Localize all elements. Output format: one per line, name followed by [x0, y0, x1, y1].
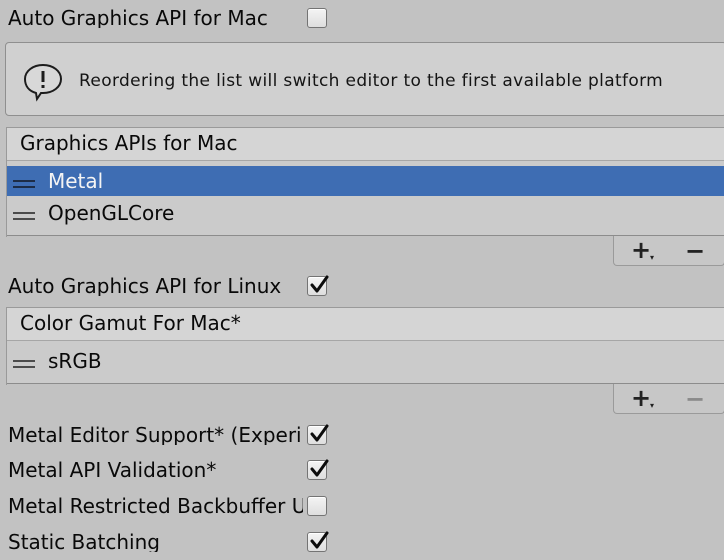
graphics-apis-mac-items: Metal OpenGLCore [7, 161, 724, 236]
color-gamut-mac-items: sRGB [7, 341, 724, 384]
list-item-srgb[interactable]: sRGB [7, 346, 724, 376]
metal-api-validation-label: Metal API Validation* [8, 460, 217, 480]
color-gamut-mac-header: Color Gamut For Mac* [7, 308, 724, 341]
metal-api-validation-field: Metal API Validation* [0, 454, 724, 488]
graphics-apis-mac-footer: + ▾ − [613, 236, 724, 266]
metal-restricted-backbuffer-checkbox[interactable] [307, 496, 327, 516]
static-batching-checkbox[interactable] [307, 531, 329, 552]
checkmark-icon [310, 531, 329, 549]
checkmark-icon [310, 459, 329, 477]
auto-graphics-mac-label: Auto Graphics API for Mac [8, 8, 268, 28]
add-button[interactable]: + [631, 238, 651, 262]
remove-button[interactable]: − [685, 239, 705, 263]
help-text: Reordering the list will switch editor t… [79, 71, 664, 91]
dropdown-arrow-icon: ▾ [650, 253, 655, 262]
help-box: Reordering the list will switch editor t… [5, 42, 724, 116]
add-button[interactable]: + [631, 386, 651, 410]
color-gamut-mac-header-label: Color Gamut For Mac* [20, 311, 241, 335]
auto-graphics-linux-field: Auto Graphics API for Linux [0, 268, 724, 304]
static-batching-field: Static Batching [0, 526, 724, 560]
graphics-apis-mac-header-label: Graphics APIs for Mac [20, 131, 238, 155]
checkmark-icon [310, 275, 329, 293]
metal-editor-support-field: Metal Editor Support* (Experimental) [0, 418, 724, 452]
auto-graphics-linux-label: Auto Graphics API for Linux [8, 276, 282, 296]
auto-graphics-mac-checkbox[interactable] [307, 8, 327, 28]
metal-api-validation-checkbox[interactable] [307, 459, 329, 480]
auto-graphics-linux-checkbox[interactable] [307, 275, 329, 296]
metal-restricted-backbuffer-field: Metal Restricted Backbuffer Use [0, 490, 724, 524]
info-icon [23, 62, 69, 107]
metal-editor-support-label: Metal Editor Support* (Experimental) [8, 425, 303, 445]
dropdown-arrow-icon: ▾ [650, 401, 655, 410]
list-item-metal[interactable]: Metal [7, 166, 724, 196]
remove-button: − [685, 385, 706, 413]
list-item-openglcore[interactable]: OpenGLCore [7, 198, 724, 228]
graphics-apis-mac-list: Graphics APIs for Mac Metal OpenGLCore [6, 127, 724, 237]
list-item-label: OpenGLCore [48, 201, 175, 225]
auto-graphics-mac-field: Auto Graphics API for Mac [0, 0, 724, 36]
list-item-label: sRGB [48, 349, 102, 373]
color-gamut-mac-list: Color Gamut For Mac* sRGB [6, 307, 724, 385]
list-item-label: Metal [48, 169, 104, 193]
graphics-apis-mac-header: Graphics APIs for Mac [7, 128, 724, 161]
metal-restricted-backbuffer-label: Metal Restricted Backbuffer Use [8, 496, 303, 516]
static-batching-label: Static Batching [8, 532, 160, 552]
metal-editor-support-checkbox[interactable] [307, 424, 329, 445]
color-gamut-mac-footer: + ▾ − [613, 384, 724, 414]
checkmark-icon [310, 424, 329, 442]
